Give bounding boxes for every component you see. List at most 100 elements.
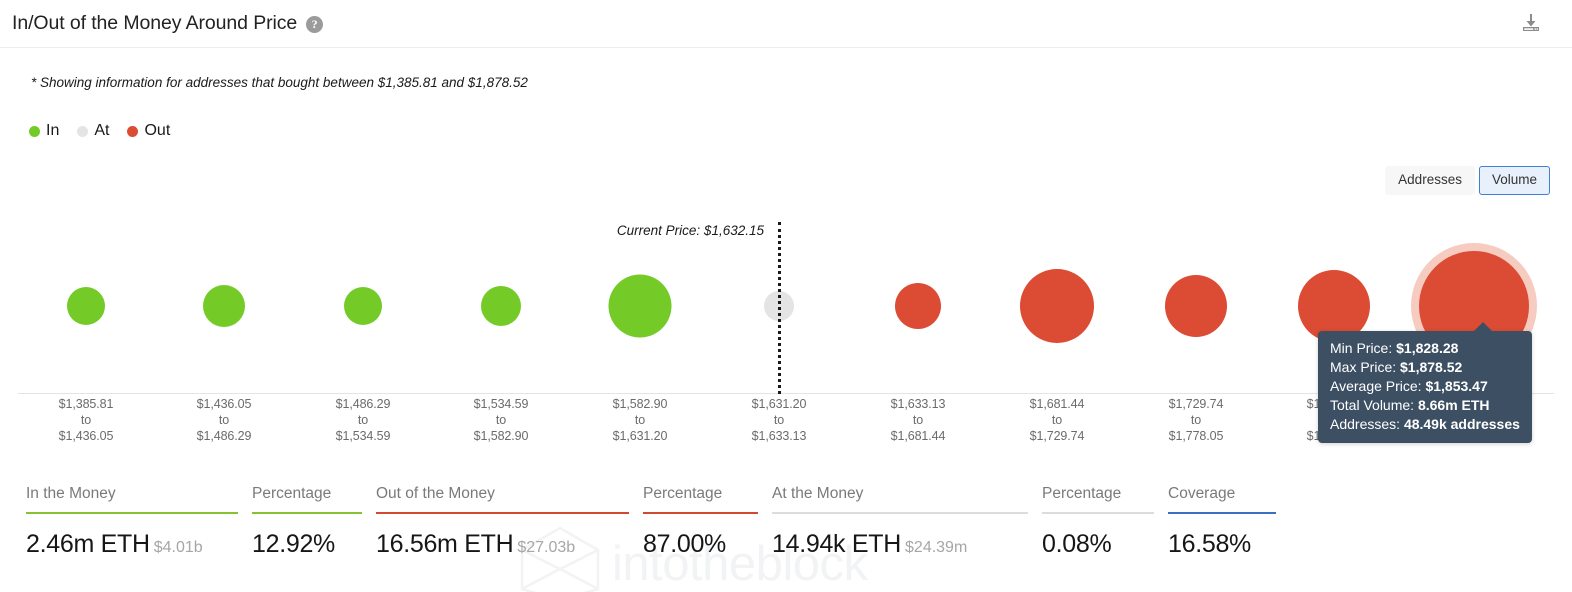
stat-subvalue: $27.03b — [517, 539, 576, 556]
chart-subtitle: * Showing information for addresses that… — [31, 75, 528, 90]
tick-range-end: $1,681.44 — [890, 429, 946, 443]
tick-range-end: $1,534.59 — [335, 429, 391, 443]
stat-value: 16.58% — [1168, 530, 1251, 558]
stat-card: Coverage 16.58% — [1168, 485, 1290, 559]
legend-dot-out — [127, 125, 139, 137]
stat-label: Out of the Money — [376, 485, 495, 502]
stat-value: 16.56m ETH $27.03b — [376, 530, 576, 558]
tick-range-separator: to — [218, 413, 230, 427]
stat-card: At the Money 14.94k ETH $24.39m — [772, 485, 1042, 559]
tick-range-end: $1,436.05 — [58, 429, 114, 443]
bubble-out-8[interactable] — [1165, 275, 1227, 337]
tick-range-end: $1,778.05 — [1168, 429, 1224, 443]
current-price-label: Current Price: $1,632.15 — [616, 223, 764, 238]
stat-label: At the Money — [772, 485, 864, 502]
legend-dot-at — [77, 125, 89, 137]
bubble-out-6[interactable] — [895, 283, 941, 329]
stat-label: In the Money — [26, 485, 116, 502]
tooltip-value-addresses: 48.49k addresses — [1403, 416, 1520, 432]
tooltip-row-min-price: Min Price: $1,828.28 — [1330, 339, 1520, 358]
toggle-volume-button[interactable]: Volume — [1478, 166, 1550, 195]
question-mark-icon[interactable]: ? — [306, 16, 324, 33]
tick-range-start: $1,633.13 — [890, 397, 946, 411]
bubble-in-2[interactable] — [344, 287, 382, 325]
stat-subvalue: $4.01b — [153, 539, 203, 556]
axis-tick-label: $1,486.29 to $1,534.59 — [288, 396, 438, 444]
widget-header: In/Out of the Money Around Price ? — [0, 0, 1572, 48]
stat-value: 2.46m ETH $4.01b — [26, 530, 203, 558]
stat-card: Out of the Money 16.56m ETH $27.03b — [376, 485, 643, 559]
axis-tick-label: $1,633.13 to $1,681.44 — [843, 396, 993, 444]
stat-rule — [1042, 512, 1154, 514]
tooltip-value-total-volume: 8.66m ETH — [1417, 397, 1490, 413]
tooltip-label-min-price: Min Price: — [1330, 340, 1393, 356]
legend-dot-in — [29, 125, 40, 137]
bubble-in-3[interactable] — [481, 286, 521, 326]
download-icon[interactable] — [1517, 9, 1545, 37]
bubble-in-1[interactable] — [203, 285, 245, 327]
tooltip-arrow — [1473, 322, 1493, 332]
bubble-out-7[interactable] — [1020, 269, 1094, 343]
stat-rule — [1168, 512, 1276, 514]
tick-range-separator: to — [634, 413, 646, 427]
tick-range-start: $1,681.44 — [1029, 397, 1085, 411]
tooltip-row-average-price: Average Price: $1,853.47 — [1330, 377, 1520, 396]
stat-rule — [643, 512, 758, 514]
tooltip-value-max-price: $1,878.52 — [1400, 359, 1463, 375]
tick-range-start: $1,631.20 — [751, 397, 807, 411]
in-out-money-widget: In/Out of the Money Around Price ? * Sho… — [0, 0, 1572, 592]
stat-card: In the Money 2.46m ETH $4.01b — [26, 485, 252, 559]
metric-toggle-group: Addresses Volume — [1385, 166, 1550, 195]
stat-label: Percentage — [1042, 485, 1122, 502]
legend-label-in: In — [46, 122, 60, 139]
tooltip-label-max-price: Max Price: — [1330, 359, 1397, 375]
tick-range-end: $1,633.13 — [751, 429, 807, 443]
stat-card: Percentage 12.92% — [252, 485, 376, 559]
tick-range-separator: to — [773, 413, 785, 427]
chart-legend: In At Out — [29, 122, 188, 140]
axis-tick-label: $1,631.20 to $1,633.13 — [704, 396, 854, 444]
stat-value: 0.08% — [1042, 530, 1112, 558]
tick-range-end: $1,729.74 — [1029, 429, 1085, 443]
toggle-addresses-button[interactable]: Addresses — [1385, 166, 1475, 195]
tick-range-start: $1,385.81 — [58, 397, 114, 411]
tick-range-separator: to — [80, 413, 92, 427]
tick-range-separator: to — [357, 413, 369, 427]
stat-rule — [376, 512, 629, 514]
stat-card: Percentage 87.00% — [643, 485, 772, 559]
bubble-in-0[interactable] — [67, 287, 105, 325]
axis-tick-label: $1,436.05 to $1,486.29 — [149, 396, 299, 444]
page-title: In/Out of the Money Around Price — [12, 12, 298, 34]
axis-tick-label: $1,534.59 to $1,582.90 — [426, 396, 576, 444]
tooltip-label-addresses: Addresses: — [1330, 416, 1401, 432]
legend-item-out[interactable]: Out — [127, 122, 170, 140]
tooltip-label-average-price: Average Price: — [1330, 378, 1422, 394]
stat-card: Percentage 0.08% — [1042, 485, 1168, 559]
tooltip-row-addresses: Addresses: 48.49k addresses — [1330, 415, 1520, 434]
tooltip-value-min-price: $1,828.28 — [1396, 340, 1459, 356]
tick-range-start: $1,486.29 — [335, 397, 391, 411]
tick-range-separator: to — [1190, 413, 1202, 427]
axis-tick-label: $1,729.74 to $1,778.05 — [1121, 396, 1271, 444]
tick-range-end: $1,486.29 — [196, 429, 252, 443]
bubble-in-4[interactable] — [608, 274, 672, 338]
tick-range-end: $1,631.20 — [612, 429, 668, 443]
tooltip-label-total-volume: Total Volume: — [1330, 397, 1415, 413]
stat-label: Percentage — [643, 485, 723, 502]
tick-range-start: $1,582.90 — [612, 397, 668, 411]
tooltip-row-max-price: Max Price: $1,878.52 — [1330, 358, 1520, 377]
stat-rule — [252, 512, 362, 514]
legend-item-at[interactable]: At — [77, 122, 109, 140]
current-price-line — [778, 222, 781, 394]
tick-range-start: $1,534.59 — [473, 397, 529, 411]
tooltip-row-total-volume: Total Volume: 8.66m ETH — [1330, 396, 1520, 415]
axis-tick-label: $1,385.81 to $1,436.05 — [11, 396, 161, 444]
tick-range-separator: to — [1051, 413, 1063, 427]
legend-item-in[interactable]: In — [29, 122, 59, 140]
stat-rule — [26, 512, 238, 514]
tick-range-start: $1,436.05 — [196, 397, 252, 411]
legend-label-out: Out — [144, 122, 171, 139]
tick-range-start: $1,729.74 — [1168, 397, 1224, 411]
axis-tick-label: $1,681.44 to $1,729.74 — [982, 396, 1132, 444]
tick-range-end: $1,582.90 — [473, 429, 529, 443]
